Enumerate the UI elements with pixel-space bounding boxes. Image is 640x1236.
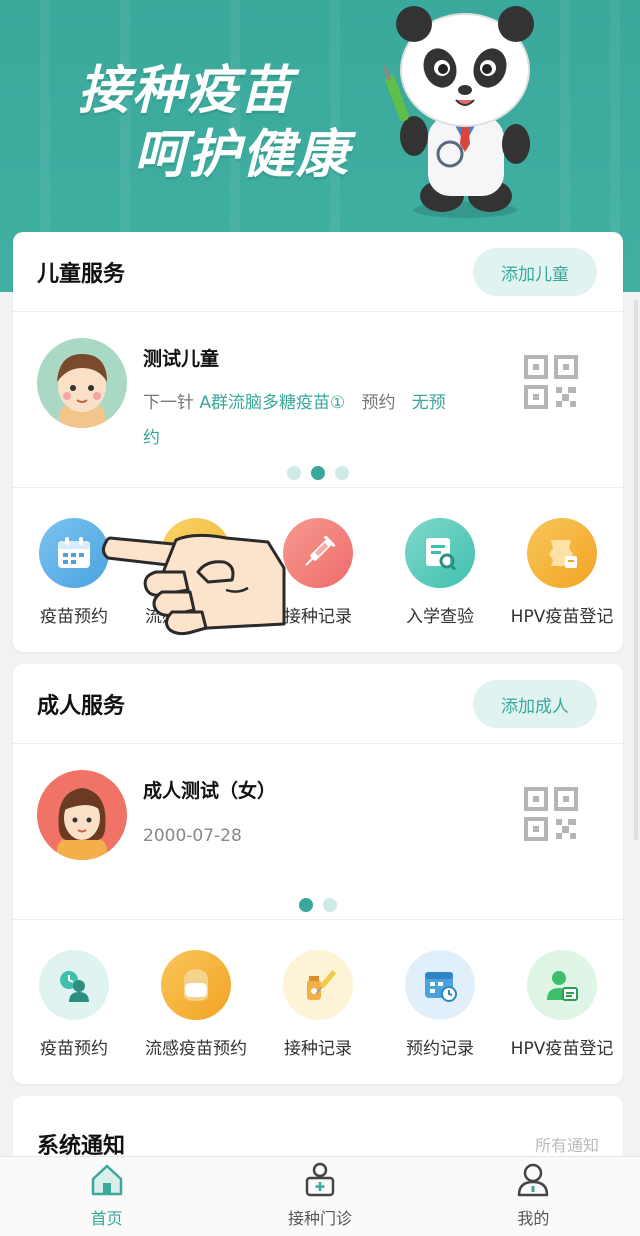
icon-label: 疫苗预约 [40, 1039, 108, 1059]
adult-vaccine-appointment[interactable]: 疫苗预约 [13, 950, 135, 1084]
child-service-title: 儿童服务 [37, 262, 126, 287]
qr-code-icon[interactable] [523, 354, 579, 410]
home-icon [91, 1164, 122, 1196]
child-avatar [37, 338, 127, 428]
adult-profile-card[interactable]: 成人测试（女） 2000-07-28 [13, 744, 623, 920]
appointment-status: 无预 [411, 393, 446, 413]
adult-service-icons: 疫苗预约 流感疫苗预约 接种记录 预约记录 HPV疫苗登记 [13, 920, 623, 1084]
child-name: 测试儿童 [143, 348, 220, 370]
carousel-dot-active [311, 466, 325, 480]
hpv-icon [527, 518, 597, 588]
all-notices-link[interactable]: 所有通知 [535, 1132, 599, 1156]
add-adult-button[interactable]: 添加成人 [473, 680, 597, 728]
document-search-icon [405, 518, 475, 588]
child-profile-card[interactable]: 测试儿童 下一针 A群流脑多糖疫苗① 预约 无预 约 [13, 312, 623, 488]
carousel-dot-active [299, 898, 313, 912]
bottom-tab-bar: 首页 接种门诊 我的 [0, 1156, 640, 1236]
vial-icon [283, 950, 353, 1020]
child-hpv-registration[interactable]: HPV疫苗登记 [501, 518, 623, 652]
next-dose-prefix: 下一针 [143, 393, 194, 413]
carousel-dot [287, 466, 301, 480]
adult-flu-vaccine-appointment[interactable]: 流感疫苗预约 [135, 950, 257, 1084]
banner-slogan-line2: 呵护健康 [134, 125, 351, 185]
icon-label: HPV疫苗登记 [510, 1039, 614, 1059]
adult-service-title: 成人服务 [37, 694, 126, 719]
child-carousel-indicator [13, 466, 623, 480]
adult-avatar [37, 770, 127, 860]
pointing-hand-icon [101, 533, 286, 636]
appointment-status-cont: 约 [143, 428, 160, 448]
child-service-header: 儿童服务 添加儿童 [13, 232, 623, 312]
icon-label: 预约记录 [406, 1039, 474, 1059]
appointment-record[interactable]: 预约记录 [379, 950, 501, 1084]
clinic-icon [305, 1162, 335, 1197]
icon-label: 接种记录 [284, 607, 352, 627]
icon-label: 入学查验 [406, 607, 474, 627]
adult-birth-date: 2000-07-28 [143, 826, 242, 846]
tab-clinic[interactable]: 接种门诊 [213, 1157, 426, 1236]
qr-code-icon[interactable] [523, 786, 579, 842]
tab-home[interactable]: 首页 [0, 1157, 213, 1236]
adult-hpv-registration[interactable]: HPV疫苗登记 [501, 950, 623, 1084]
mask-face-icon [161, 950, 231, 1020]
child-next-dose-info: 下一针 A群流脑多糖疫苗① 预约 无预 约 [143, 386, 503, 456]
icon-label: HPV疫苗登记 [510, 607, 614, 627]
adult-name: 成人测试（女） [143, 780, 277, 802]
tab-label: 首页 [90, 1209, 123, 1228]
adult-service-card: 成人服务 添加成人 成人测试（女） 2000-07-28 疫苗预约 流感疫苗预约… [13, 664, 623, 1084]
carousel-dot [335, 466, 349, 480]
icon-label: 接种记录 [284, 1039, 352, 1059]
adult-service-header: 成人服务 添加成人 [13, 664, 623, 744]
scrollbar[interactable] [634, 300, 638, 840]
school-entry-check[interactable]: 入学查验 [379, 518, 501, 652]
adult-carousel-indicator [13, 898, 623, 912]
appointment-label: 预约 [361, 393, 396, 413]
icon-label: 流感疫苗预约 [145, 1039, 247, 1059]
person-card-icon [527, 950, 597, 1020]
person-clock-icon [39, 950, 109, 1020]
panda-doctor-mascot-icon [382, 6, 534, 218]
tab-label: 我的 [517, 1209, 550, 1228]
tab-mine[interactable]: 我的 [427, 1157, 640, 1236]
add-child-button[interactable]: 添加儿童 [473, 248, 597, 296]
carousel-dot [323, 898, 337, 912]
calendar-clock-icon [405, 950, 475, 1020]
user-icon [518, 1163, 549, 1197]
tab-label: 接种门诊 [287, 1209, 352, 1228]
adult-vaccination-record[interactable]: 接种记录 [257, 950, 379, 1084]
next-vaccine-name: A群流脑多糖疫苗① [199, 393, 346, 413]
